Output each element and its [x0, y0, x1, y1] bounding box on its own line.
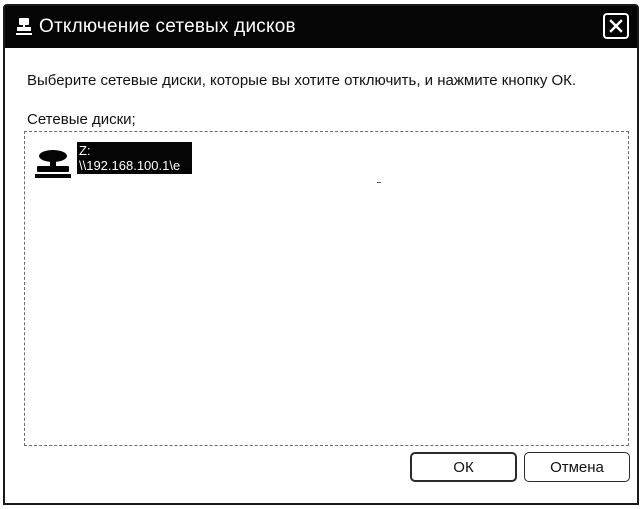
- drive-path: \\192.168.100.1\e: [79, 158, 181, 173]
- network-drive-icon: [13, 16, 35, 38]
- list-item[interactable]: Z: \\192.168.100.1\e: [33, 142, 192, 184]
- disconnect-network-drives-dialog: Отключение сетевых дисков Выберите сетев…: [3, 4, 639, 505]
- network-drive-icon: [33, 148, 73, 184]
- cancel-button[interactable]: Отмена: [524, 452, 630, 482]
- close-button[interactable]: [603, 13, 629, 39]
- drive-letter: Z:: [79, 143, 91, 158]
- close-icon: [609, 19, 623, 33]
- window-title: Отключение сетевых дисков: [39, 16, 296, 37]
- network-drives-list[interactable]: Z: \\192.168.100.1\e: [24, 131, 629, 446]
- mouse-caret: [377, 182, 381, 183]
- instruction-text: Выберите сетевые диски, которые вы хотит…: [27, 72, 577, 89]
- title-bar[interactable]: Отключение сетевых дисков: [5, 6, 637, 48]
- ok-button[interactable]: ОК: [410, 452, 517, 482]
- network-drives-label: Сетевые диски;: [27, 111, 136, 128]
- selected-item-text: Z: \\192.168.100.1\e: [77, 142, 192, 174]
